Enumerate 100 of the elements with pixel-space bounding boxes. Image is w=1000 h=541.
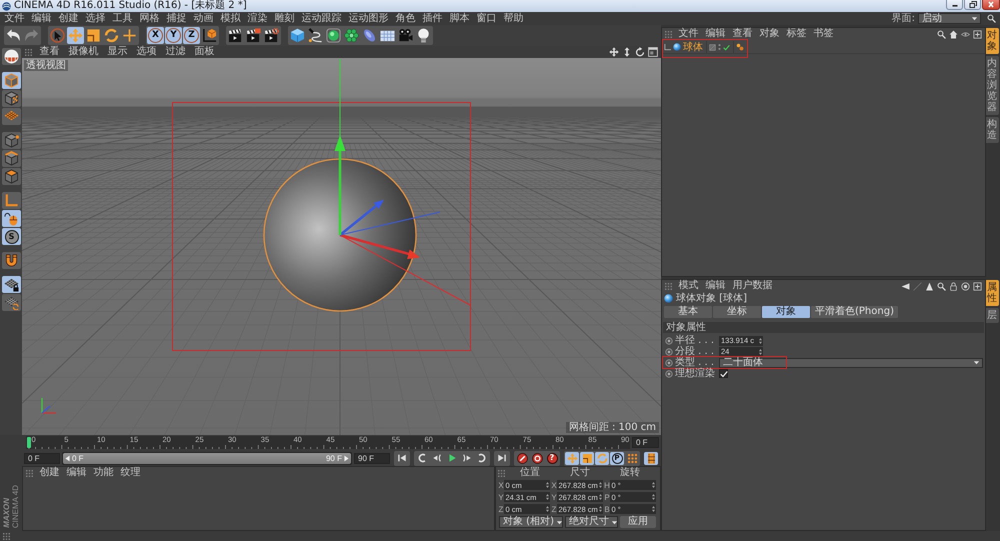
menu-item[interactable]: 网格 [136, 12, 163, 24]
subdivision-button[interactable] [325, 27, 342, 44]
lock-workplane-button[interactable] [2, 276, 21, 293]
menu-item[interactable]: 用户数据 [729, 280, 776, 292]
menu-item[interactable]: 创建 [55, 12, 82, 24]
side-tab[interactable]: 对象 [986, 28, 999, 54]
menu-item[interactable]: 选择 [82, 12, 109, 24]
render-picture-button[interactable] [245, 27, 262, 44]
target-icon[interactable] [961, 282, 970, 290]
circle-dot-icon[interactable] [665, 336, 673, 344]
tab[interactable]: 对象 [762, 306, 810, 318]
menu-item[interactable]: 过滤 [161, 46, 190, 58]
render-settings-button[interactable] [263, 27, 280, 44]
menu-item[interactable]: 窗口 [473, 12, 500, 24]
menu-item[interactable]: 查看 [729, 28, 756, 40]
menu-item[interactable]: 文件 [1, 12, 28, 24]
new-window-icon[interactable] [973, 30, 982, 38]
eye-icon[interactable] [961, 30, 970, 38]
axis-lock-button[interactable]: Y [165, 27, 182, 44]
circle-dot-icon[interactable] [665, 370, 673, 378]
check-icon[interactable] [723, 44, 730, 50]
render-view-button[interactable] [227, 27, 244, 44]
menu-item[interactable]: 动画 [190, 12, 217, 24]
search-icon[interactable] [987, 14, 996, 23]
planar-workplane-button[interactable] [2, 294, 21, 311]
lock-icon[interactable] [949, 282, 958, 290]
menu-item[interactable]: 模式 [675, 280, 702, 292]
menu-item[interactable]: 工具 [109, 12, 136, 24]
coordinate-mode-dropdown[interactable]: 对象 (相对) [499, 516, 563, 528]
layer-swatch-icon[interactable] [709, 44, 716, 50]
timeline-button[interactable] [644, 452, 658, 464]
side-tab[interactable]: 构造 [986, 117, 999, 143]
menu-item[interactable]: 摄像机 [64, 46, 103, 58]
cube-button[interactable] [289, 27, 306, 44]
checkbox[interactable] [719, 369, 728, 378]
tweak-mode-button[interactable] [2, 210, 21, 227]
close-button[interactable] [982, 0, 1000, 10]
menu-item[interactable]: 书签 [810, 28, 837, 40]
visibility-dots-icon[interactable] [718, 43, 721, 51]
model-mode-button[interactable] [2, 72, 21, 89]
menu-item[interactable]: 运动跟踪 [298, 12, 345, 24]
two-dots-icon[interactable] [736, 43, 744, 51]
menu-item[interactable]: 脚本 [446, 12, 473, 24]
menu-item[interactable]: 编辑 [702, 28, 729, 40]
up-down-arrow-icon[interactable] [622, 47, 632, 57]
select-tool-button[interactable] [49, 27, 66, 44]
workplane-mode-button[interactable] [2, 108, 21, 125]
scale-tool-button[interactable] [85, 27, 102, 44]
new-window-icon[interactable] [973, 282, 982, 290]
apply-button[interactable]: 应用 [620, 516, 656, 528]
window-icon[interactable] [648, 47, 658, 57]
autokey-button[interactable] [530, 452, 544, 464]
rotate-arrow-icon[interactable] [635, 47, 645, 57]
camera-button[interactable] [397, 27, 414, 44]
end-frame-field[interactable]: 90 F [354, 452, 390, 464]
type-dropdown[interactable]: 二十面体 [719, 358, 983, 368]
layout-dropdown[interactable]: 启动 [918, 13, 981, 24]
side-tab[interactable]: 内容浏览器 [986, 56, 999, 115]
make-editable-button[interactable] [2, 48, 21, 65]
four-way-arrow-icon[interactable] [609, 47, 619, 57]
playhead-marker[interactable] [27, 437, 31, 448]
menu-item[interactable]: 文件 [675, 28, 702, 40]
menu-item[interactable]: 渲染 [244, 12, 271, 24]
texture-mode-button[interactable] [2, 90, 21, 107]
snap-button[interactable] [2, 252, 21, 269]
side-tab[interactable]: 层 [986, 308, 999, 323]
transform-tool-button[interactable] [121, 27, 138, 44]
keyframe-selection-button[interactable]: ? [545, 452, 559, 464]
menu-item[interactable]: 纹理 [117, 467, 144, 479]
side-tab[interactable]: 属性 [986, 280, 999, 306]
menu-item[interactable]: 编辑 [702, 280, 729, 292]
coordinate-system-button[interactable] [201, 27, 218, 44]
menu-item[interactable]: 雕刻 [271, 12, 298, 24]
menu-item[interactable]: 插件 [419, 12, 446, 24]
tab[interactable]: 平滑着色(Phong) [811, 306, 898, 318]
menu-item[interactable]: 选项 [132, 46, 161, 58]
key-rotation-button[interactable] [595, 452, 609, 464]
tab[interactable]: 坐标 [713, 306, 761, 318]
edges-mode-button[interactable] [2, 150, 21, 167]
key-position-button[interactable] [565, 452, 579, 464]
solo-button[interactable]: S [2, 228, 21, 245]
restore-button[interactable] [964, 0, 981, 10]
house-icon[interactable] [949, 30, 958, 38]
menu-item[interactable]: 对象 [756, 28, 783, 40]
search-icon[interactable] [937, 282, 946, 290]
menu-item[interactable]: 帮助 [500, 12, 527, 24]
size-mode-dropdown[interactable]: 绝对尺寸 [565, 516, 618, 528]
menu-item[interactable]: 标签 [783, 28, 810, 40]
menu-item[interactable]: 查看 [35, 46, 64, 58]
left-arrow-icon[interactable] [901, 282, 910, 290]
menu-item[interactable]: 面板 [190, 46, 219, 58]
menu-item[interactable]: 模拟 [217, 12, 244, 24]
start-frame-field[interactable]: 0 F [24, 452, 60, 464]
circle-dot-icon[interactable] [665, 348, 673, 356]
menu-item[interactable]: 运动图形 [345, 12, 392, 24]
circle-dot-icon[interactable] [665, 358, 673, 366]
axis-lock-button[interactable]: Z [183, 27, 200, 44]
menu-item[interactable]: 角色 [392, 12, 419, 24]
tab[interactable]: 基本 [664, 306, 712, 318]
menu-item[interactable]: 功能 [90, 467, 117, 479]
